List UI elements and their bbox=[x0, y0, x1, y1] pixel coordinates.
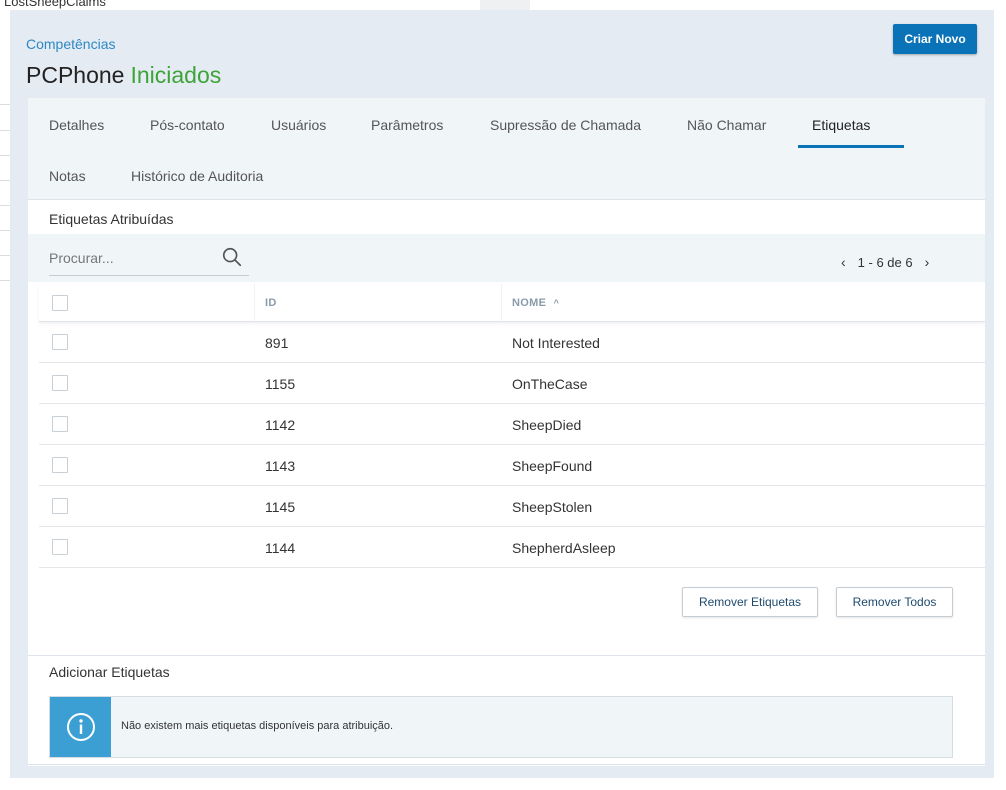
tab-do-not-call[interactable]: Não Chamar bbox=[687, 117, 766, 133]
info-icon bbox=[66, 713, 95, 741]
row-id: 1143 bbox=[265, 458, 296, 474]
row-name: SheepStolen bbox=[512, 499, 593, 515]
create-new-button[interactable]: Criar Novo bbox=[893, 24, 977, 54]
row-name: SheepFound bbox=[512, 458, 593, 474]
background-divider bbox=[0, 280, 10, 281]
chevron-right-icon[interactable]: › bbox=[925, 254, 930, 270]
active-tab-indicator bbox=[798, 145, 904, 148]
sort-ascending-icon: ^ bbox=[553, 298, 560, 308]
table-row[interactable]: 1145 SheepStolen bbox=[39, 486, 985, 527]
content-panel: Detalhes Pós-contato Usuários Parâmetros… bbox=[28, 98, 985, 766]
column-header-name[interactable]: NOME ^ bbox=[512, 297, 559, 309]
select-all-checkbox[interactable] bbox=[52, 295, 68, 311]
add-tags-title: Adicionar Etiquetas bbox=[49, 664, 170, 680]
breadcrumb[interactable]: Competências bbox=[26, 36, 116, 52]
row-name: OnTheCase bbox=[512, 376, 588, 392]
assigned-tags-title: Etiquetas Atribuídas bbox=[49, 211, 174, 227]
search-input[interactable] bbox=[49, 250, 219, 266]
background-divider bbox=[0, 230, 10, 231]
section-divider bbox=[28, 655, 985, 656]
row-name: ShepherdAsleep bbox=[512, 540, 616, 556]
table-row[interactable]: 1155 OnTheCase bbox=[39, 363, 985, 404]
row-id: 1144 bbox=[265, 540, 296, 556]
tab-audit-history[interactable]: Histórico de Auditoria bbox=[131, 168, 263, 184]
info-message: Não existem mais etiquetas disponíveis p… bbox=[121, 720, 394, 732]
table-row[interactable]: 1143 SheepFound bbox=[39, 445, 985, 486]
tab-users[interactable]: Usuários bbox=[271, 117, 326, 133]
tab-bar: Detalhes Pós-contato Usuários Parâmetros… bbox=[28, 98, 985, 200]
remove-tags-button[interactable]: Remover Etiquetas bbox=[682, 587, 818, 617]
pagination: ‹ 1 - 6 de 6 › bbox=[841, 254, 929, 270]
info-icon-container bbox=[50, 697, 111, 757]
background-divider bbox=[0, 180, 10, 181]
page-title-name: PCPhone bbox=[26, 62, 125, 88]
row-id: 1142 bbox=[265, 417, 296, 433]
tab-post-contact[interactable]: Pós-contato bbox=[150, 117, 225, 133]
table-row[interactable]: 891 Not Interested bbox=[39, 322, 985, 363]
tab-call-suppression[interactable]: Supressão de Chamada bbox=[490, 117, 641, 133]
table-row[interactable]: 1142 SheepDied bbox=[39, 404, 985, 445]
row-id: 891 bbox=[265, 335, 289, 351]
background-divider bbox=[0, 255, 10, 256]
tab-notes[interactable]: Notas bbox=[49, 168, 86, 184]
row-id: 1155 bbox=[265, 376, 296, 392]
background-divider bbox=[0, 155, 10, 156]
background-divider bbox=[0, 205, 10, 206]
row-checkbox[interactable] bbox=[52, 416, 68, 432]
row-checkbox[interactable] bbox=[52, 334, 68, 350]
remove-all-button[interactable]: Remover Todos bbox=[836, 587, 953, 617]
table-row[interactable]: 1144 ShepherdAsleep bbox=[39, 527, 985, 568]
search-icon[interactable] bbox=[221, 246, 243, 268]
assigned-tags-table: ID NOME ^ 891 Not Interested 1155 OnTheC… bbox=[39, 284, 985, 568]
row-checkbox[interactable] bbox=[52, 498, 68, 514]
table-toolbar: ‹ 1 - 6 de 6 › bbox=[28, 234, 985, 282]
column-header-name-label: NOME bbox=[512, 297, 547, 309]
bottom-divider bbox=[28, 764, 985, 765]
tab-parameters[interactable]: Parâmetros bbox=[371, 117, 443, 133]
row-checkbox[interactable] bbox=[52, 539, 68, 555]
chevron-left-icon[interactable]: ‹ bbox=[841, 254, 846, 270]
background-divider bbox=[0, 130, 10, 131]
tab-tags[interactable]: Etiquetas bbox=[812, 117, 870, 133]
row-checkbox[interactable] bbox=[52, 375, 68, 391]
pagination-range: 1 - 6 de 6 bbox=[857, 254, 913, 270]
tab-details[interactable]: Detalhes bbox=[49, 117, 104, 133]
row-name: Not Interested bbox=[512, 335, 600, 351]
column-separator bbox=[254, 284, 255, 322]
page-title: PCPhone Iniciados bbox=[26, 62, 221, 89]
row-checkbox[interactable] bbox=[52, 457, 68, 473]
table-header: ID NOME ^ bbox=[39, 284, 985, 322]
column-separator bbox=[501, 284, 502, 322]
background-divider bbox=[0, 104, 10, 105]
status-label: Iniciados bbox=[130, 62, 222, 88]
background-window-title: LostSheepClaims bbox=[4, 0, 106, 9]
row-id: 1145 bbox=[265, 499, 296, 515]
skill-detail-modal: Competências PCPhone Iniciados Criar Novo… bbox=[10, 10, 994, 778]
info-message-box: Não existem mais etiquetas disponíveis p… bbox=[49, 696, 953, 758]
search-field bbox=[49, 242, 249, 276]
background-strip bbox=[480, 0, 530, 10]
row-name: SheepDied bbox=[512, 417, 582, 433]
column-header-id[interactable]: ID bbox=[265, 297, 277, 309]
